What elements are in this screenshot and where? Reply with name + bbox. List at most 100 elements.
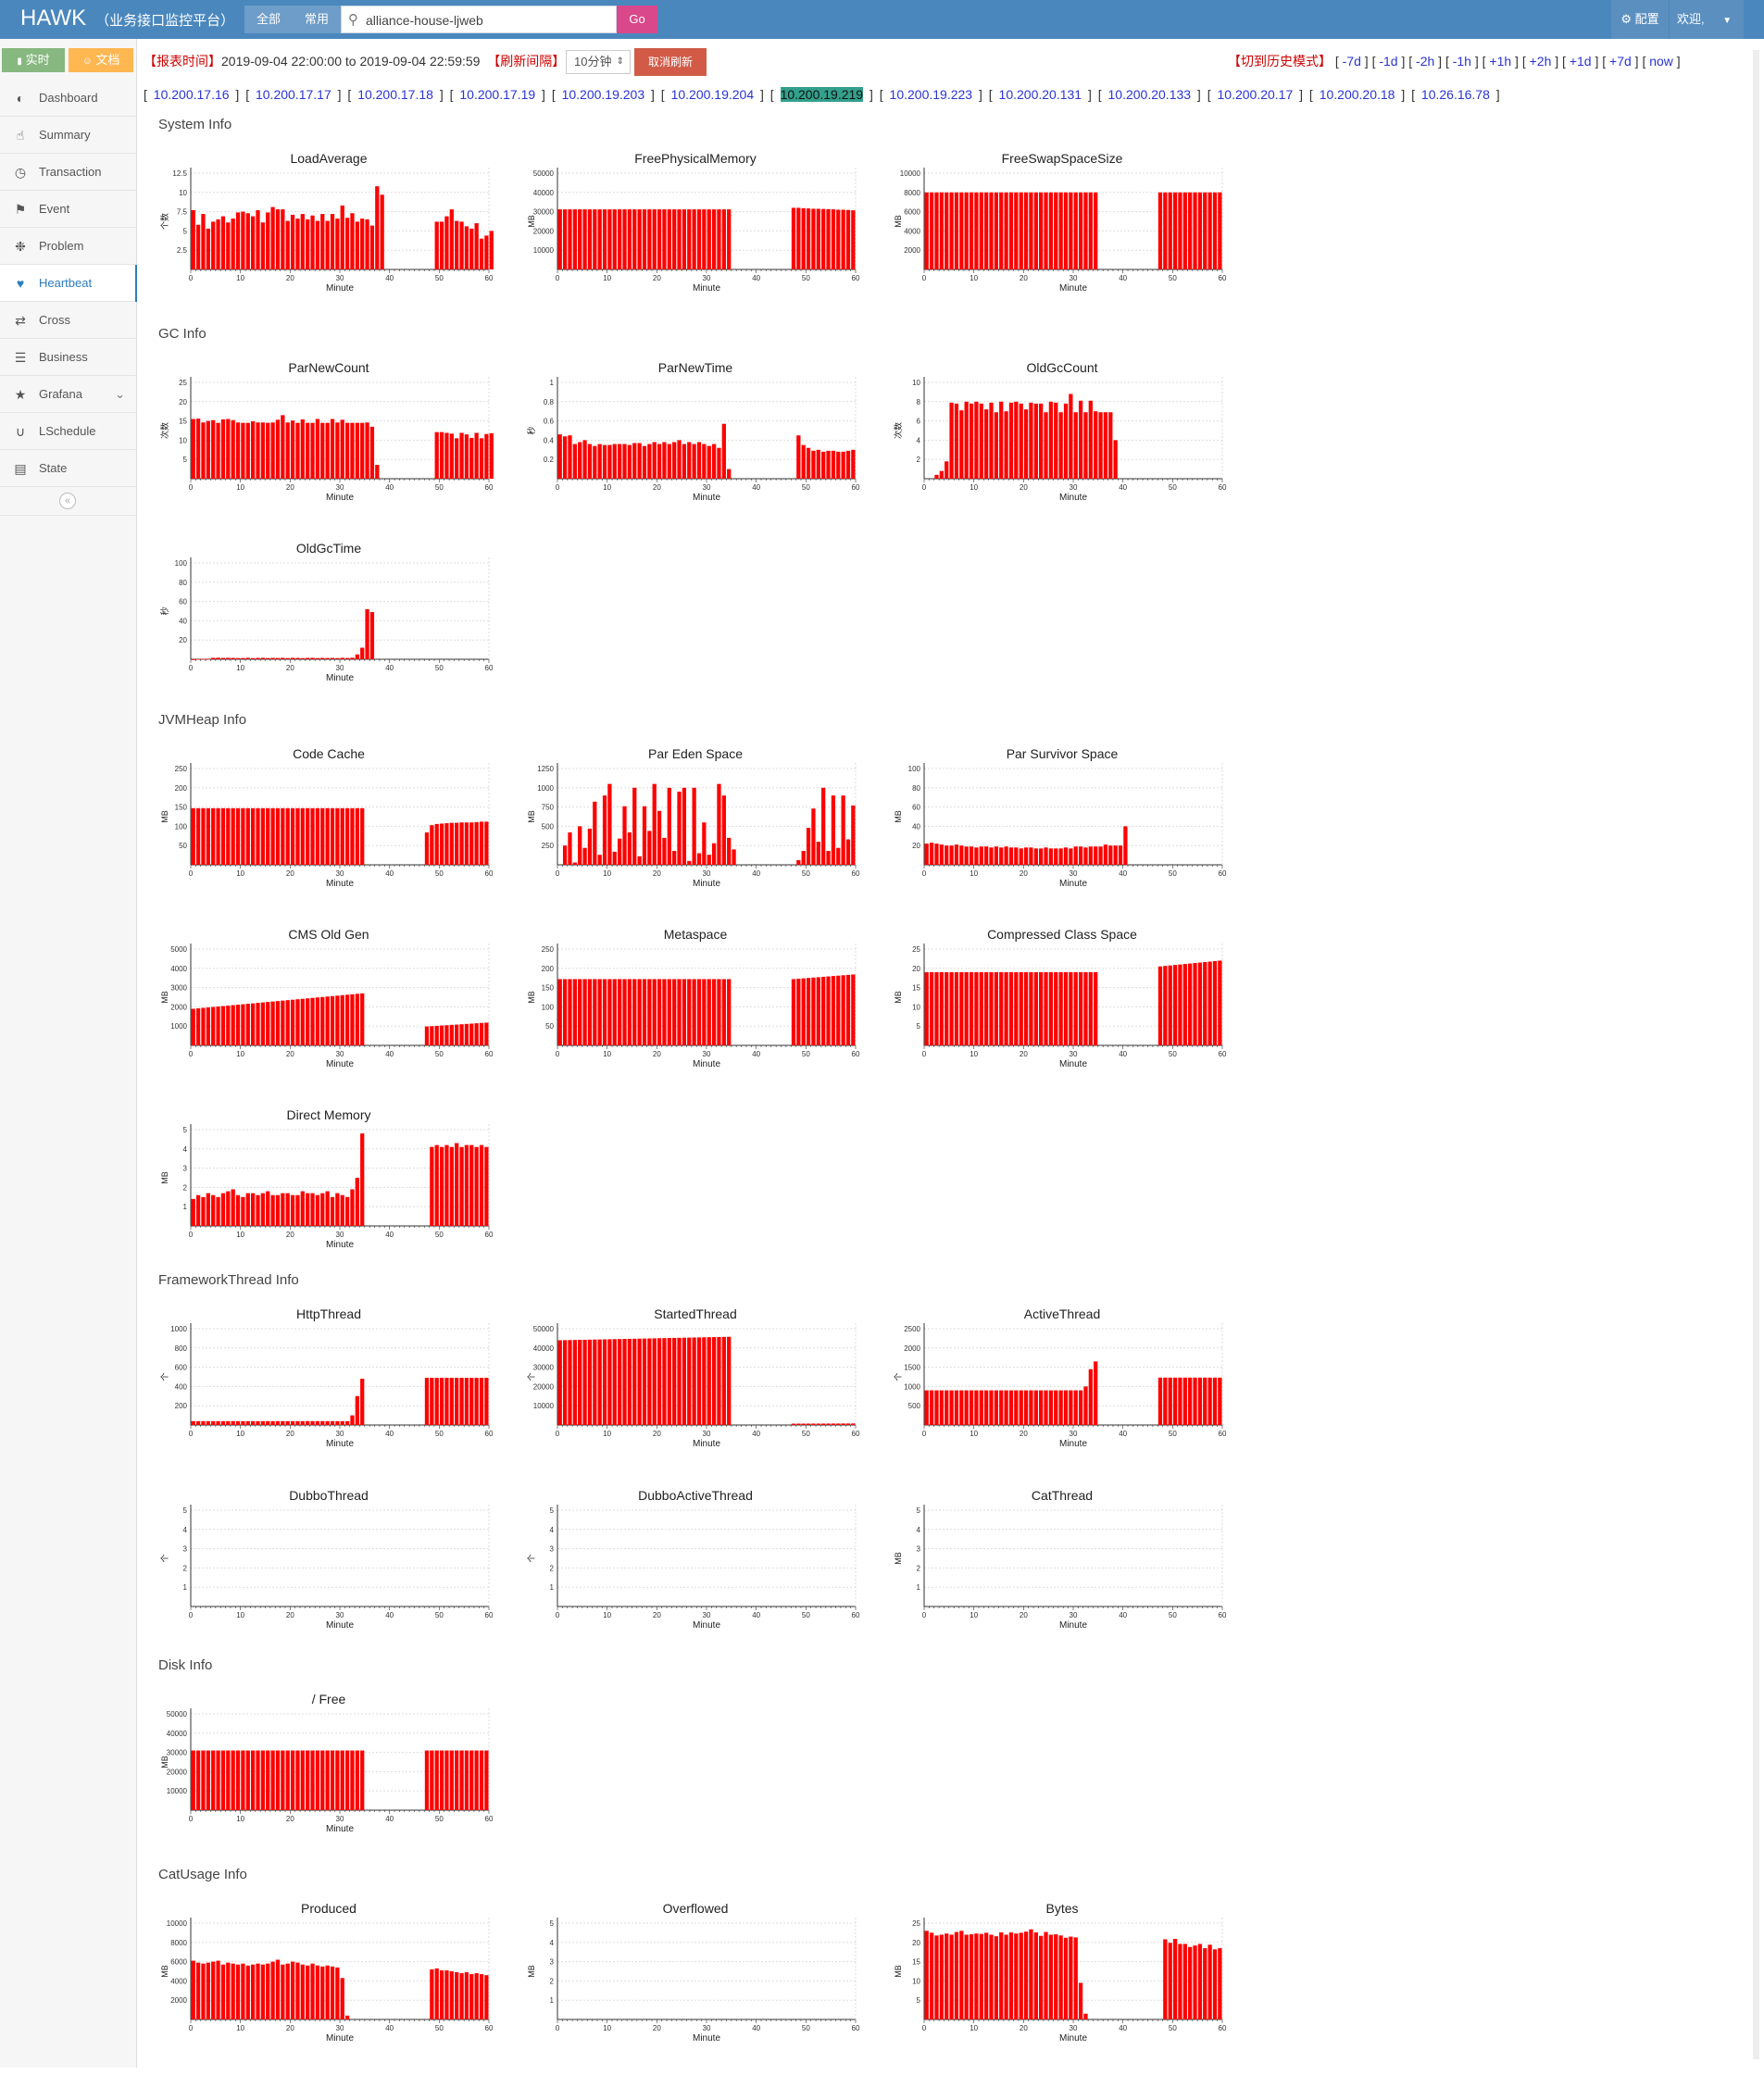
- chart-bar[interactable]: [557, 1340, 562, 1425]
- chart-bar[interactable]: [275, 807, 281, 865]
- chart-bar[interactable]: [974, 401, 979, 479]
- chart-bar[interactable]: [195, 1194, 201, 1226]
- chart-bar[interactable]: [330, 1420, 335, 1425]
- chart-bar[interactable]: [430, 1969, 434, 2019]
- chart-bar[interactable]: [211, 657, 216, 659]
- chart-bar[interactable]: [1048, 1934, 1054, 2019]
- chart-bar[interactable]: [260, 657, 265, 659]
- chart-bar[interactable]: [796, 860, 801, 865]
- chart-bar[interactable]: [642, 1338, 647, 1425]
- chart-bar[interactable]: [424, 1026, 430, 1045]
- chart-bar[interactable]: [484, 1022, 489, 1045]
- chart-bar[interactable]: [612, 1339, 617, 1425]
- chart-bar[interactable]: [251, 216, 256, 269]
- chart-bar[interactable]: [360, 647, 365, 659]
- chart-bar[interactable]: [195, 1420, 201, 1425]
- chart-bar[interactable]: [1078, 192, 1083, 269]
- chart-bar[interactable]: [360, 422, 365, 479]
- chart-bar[interactable]: [474, 1973, 479, 2019]
- chart-bar[interactable]: [1008, 1931, 1014, 2019]
- chart-bar[interactable]: [191, 1198, 195, 1226]
- chart-bar[interactable]: [711, 979, 717, 1045]
- chart-bar[interactable]: [791, 979, 796, 1045]
- chart-bar[interactable]: [1058, 192, 1063, 269]
- chart-bar[interactable]: [211, 419, 216, 479]
- chart-bar[interactable]: [945, 845, 949, 865]
- chart-bar[interactable]: [989, 402, 994, 479]
- chart-bar[interactable]: [572, 862, 577, 866]
- chart-bar[interactable]: [1203, 1377, 1207, 1425]
- chart-bar[interactable]: [1218, 192, 1222, 269]
- chart-bar[interactable]: [677, 1337, 682, 1425]
- chart-bar[interactable]: [266, 1002, 270, 1045]
- chart-bar[interactable]: [597, 209, 602, 269]
- chart-bar[interactable]: [1078, 1390, 1083, 1425]
- chart-bar[interactable]: [1188, 963, 1193, 1045]
- chart-bar[interactable]: [290, 1194, 295, 1226]
- chart-bar[interactable]: [459, 221, 464, 269]
- chart-bar[interactable]: [300, 807, 305, 865]
- chart-bar[interactable]: [245, 807, 250, 865]
- chart-bar[interactable]: [241, 657, 245, 659]
- chart-bar[interactable]: [360, 1379, 365, 1425]
- chart-bar[interactable]: [796, 435, 801, 479]
- chart-bar[interactable]: [811, 808, 816, 865]
- docs-button[interactable]: ☺ 文档: [69, 48, 133, 72]
- chart-bar[interactable]: [632, 1338, 637, 1425]
- chart-bar[interactable]: [245, 1750, 250, 1810]
- filter-common-button[interactable]: 常用: [293, 6, 341, 33]
- chart-bar[interactable]: [340, 1420, 344, 1425]
- chart-bar[interactable]: [637, 443, 642, 479]
- chart-bar[interactable]: [1098, 412, 1103, 479]
- chart-bar[interactable]: [578, 209, 582, 269]
- chart-bar[interactable]: [216, 1196, 220, 1226]
- chart-bar[interactable]: [841, 975, 845, 1045]
- chart-bar[interactable]: [1078, 400, 1083, 479]
- chart-bar[interactable]: [562, 209, 568, 269]
- chart-bar[interactable]: [191, 1008, 195, 1045]
- chart-bar[interactable]: [562, 436, 568, 479]
- chart-bar[interactable]: [315, 657, 320, 659]
- chart-bar[interactable]: [350, 422, 355, 479]
- chart-bar[interactable]: [939, 971, 944, 1045]
- chart-bar[interactable]: [235, 1420, 241, 1425]
- ip-link[interactable]: 10.200.19.204: [671, 87, 755, 102]
- chart-bar[interactable]: [989, 192, 994, 269]
- chart-bar[interactable]: [587, 444, 593, 479]
- chart-bar[interactable]: [251, 657, 256, 659]
- chart-bar[interactable]: [464, 1972, 469, 2019]
- chart-bar[interactable]: [821, 976, 826, 1045]
- chart-bar[interactable]: [969, 192, 974, 269]
- chart-bar[interactable]: [1039, 403, 1044, 479]
- chart-bar[interactable]: [851, 805, 856, 865]
- chart-bar[interactable]: [295, 999, 300, 1045]
- chart-bar[interactable]: [836, 209, 841, 269]
- chart-bar[interactable]: [285, 1420, 290, 1425]
- chart-bar[interactable]: [1094, 846, 1098, 865]
- chart-bar[interactable]: [687, 1337, 692, 1425]
- chart-bar[interactable]: [365, 608, 369, 659]
- chart-bar[interactable]: [1088, 846, 1093, 865]
- chart-bar[interactable]: [216, 657, 220, 659]
- chart-bar[interactable]: [557, 979, 562, 1045]
- chart-bar[interactable]: [241, 1963, 245, 2019]
- chart-bar[interactable]: [320, 1750, 325, 1810]
- chart-bar[interactable]: [1029, 192, 1033, 269]
- chart-bar[interactable]: [275, 419, 281, 479]
- chart-bar[interactable]: [945, 192, 949, 269]
- chart-bar[interactable]: [796, 1423, 801, 1425]
- chart-bar[interactable]: [721, 209, 726, 269]
- chart-bar[interactable]: [281, 1750, 285, 1810]
- chart-bar[interactable]: [845, 1423, 851, 1425]
- chart-bar[interactable]: [245, 1193, 250, 1226]
- realtime-button[interactable]: ▮ 实时: [2, 48, 65, 72]
- chart-bar[interactable]: [449, 1378, 454, 1425]
- chart-bar[interactable]: [245, 1420, 250, 1425]
- chart-bar[interactable]: [226, 1420, 231, 1425]
- chart-bar[interactable]: [816, 208, 820, 269]
- chart-bar[interactable]: [335, 422, 340, 479]
- chart-bar[interactable]: [1193, 1945, 1197, 2019]
- chart-bar[interactable]: [702, 209, 707, 269]
- chart-bar[interactable]: [632, 787, 637, 865]
- chart-bar[interactable]: [939, 844, 944, 865]
